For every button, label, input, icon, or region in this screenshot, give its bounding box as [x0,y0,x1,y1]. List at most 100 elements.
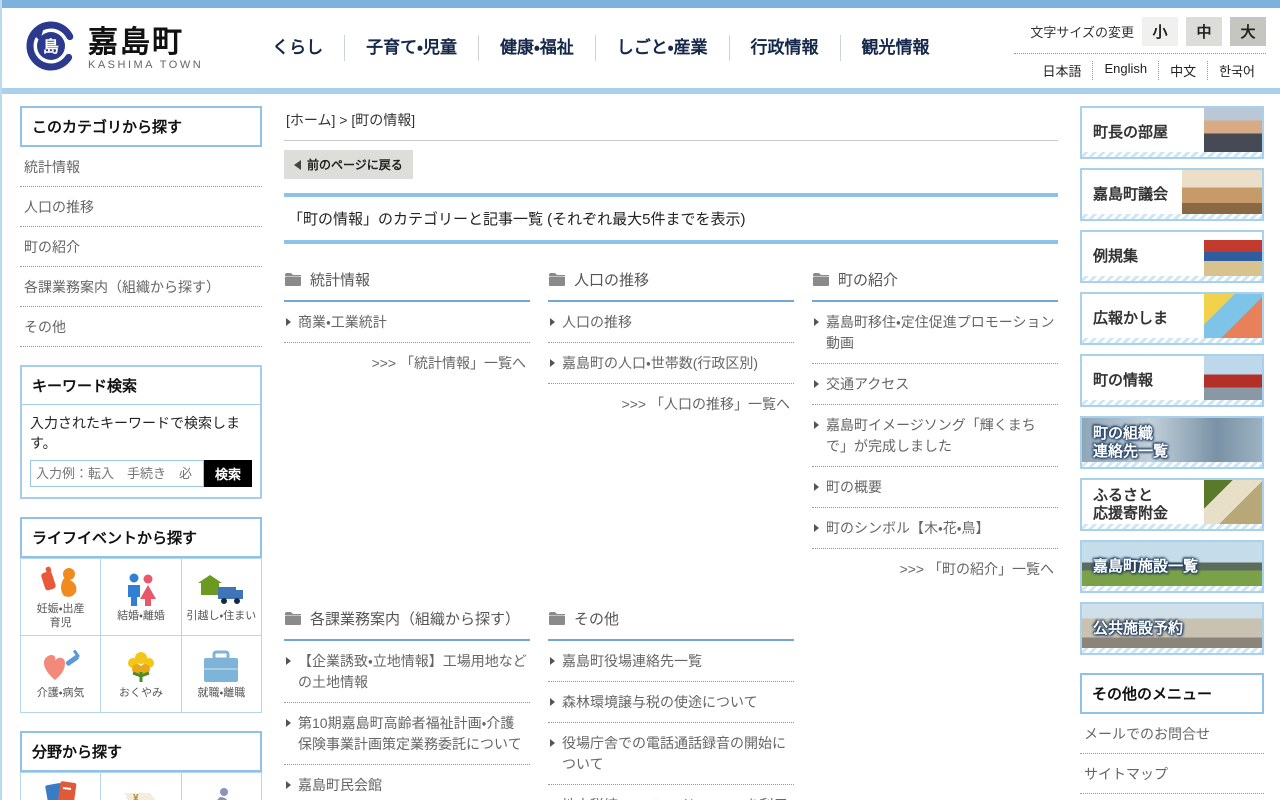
article-link[interactable]: 役場庁舎での電話通話録音の開始について [562,733,792,775]
fields-title: 分野から探す [20,730,262,772]
building-photo [1204,356,1262,400]
moving-icon [198,573,244,607]
category-block-others: その他 嘉島町役場連絡先一覧 森林環境譲与税の使途について 役場庁舎での電話通話… [548,605,794,800]
font-size-large-button[interactable]: 大 [1230,16,1266,46]
banner-organization-contacts[interactable]: 町の組織 連絡先一覧 [1080,416,1264,469]
triangle-bullet-icon [814,380,819,388]
tile-marriage[interactable]: 結婚・離婚 [101,558,182,636]
category-grid: 統計情報 商業・工業統計 >>> 「統計情報」一覧へ 人口の推移 人口の推移 嘉… [284,266,1058,800]
nav-kanko[interactable]: 観光情報 [839,35,951,61]
category-block-statistics: 統計情報 商業・工業統計 >>> 「統計情報」一覧へ [284,266,530,373]
hatch-decoration [1082,338,1262,343]
main-content: [ホーム] > [町の情報] 前のページに戻る 「町の情報」のカテゴリーと記事一… [284,106,1058,800]
breadcrumb[interactable]: [ホーム] > [町の情報] [284,106,1058,141]
keyword-search-input[interactable] [30,459,204,487]
banner-facilities-list[interactable]: 嘉島町施設一覧 [1080,540,1264,593]
hatch-decoration [1082,524,1262,529]
tile-employment[interactable]: 就職・離職 [181,635,262,713]
sidebar-item-population[interactable]: 人口の推移 [20,187,262,227]
category-title: 各課業務案内（組織から探す） [310,611,521,628]
nav-shigoto[interactable]: しごと・産業 [594,35,729,61]
magazine-photo [1204,294,1262,338]
back-button[interactable]: 前のページに戻る [284,150,413,179]
folder-icon [813,273,829,286]
life-events-title: ライフイベントから探す [20,516,262,558]
banner-regulations[interactable]: 例規集 [1080,230,1264,283]
triangle-bullet-icon [814,421,819,429]
article-link[interactable]: 人口の推移 [562,312,632,333]
tile-tax[interactable]: ¥ 税金 [101,772,182,800]
category-block-departments: 各課業務案内（組織から探す） 【企業誘致・立地情報】工場用地などの土地情報 第1… [284,605,530,800]
lang-english[interactable]: English [1092,60,1158,80]
sidebar-item-departments[interactable]: 各課業務案内（組織から探す） [20,267,262,307]
banner-town-council[interactable]: 嘉島町議会 [1080,168,1264,221]
keyword-search-box: キーワード検索 入力されたキーワードで検索します。 検索 [20,365,262,499]
tile-care[interactable]: 介護・病気 [21,635,102,713]
font-size-small-button[interactable]: 小 [1142,16,1178,46]
menu-item-mail-contact[interactable]: メールでのお問合せ [1080,714,1264,754]
font-size-medium-button[interactable]: 中 [1186,16,1222,46]
category-more-link[interactable]: >>> 「統計情報」一覧へ [284,343,530,373]
menu-item-sitemap[interactable]: サイトマップ [1080,754,1264,794]
banner-hometown-donation[interactable]: ふるさと 応援寄附金 [1080,478,1264,531]
condolence-icon [123,650,159,684]
article-link[interactable]: 嘉島町移住・定住促進プロモーション動画 [826,312,1056,354]
triangle-bullet-icon [286,781,291,789]
tile-pregnancy[interactable]: 妊娠・出産 育児 [21,558,102,636]
header-utilities: 文字サイズの変更 小 中 大 日本語 English 中文 한국어 [1014,16,1266,80]
font-size-control: 文字サイズの変更 小 中 大 [1014,16,1266,54]
council-photo [1182,170,1262,214]
nav-gyosei[interactable]: 行政情報 [728,35,840,61]
marriage-icon [120,573,162,607]
article-link[interactable]: 森林環境譲与税の使途について [562,692,758,713]
sidebar-item-statistics[interactable]: 統計情報 [20,147,262,187]
article-link[interactable]: 町のシンボル【木・花・鳥】 [826,518,990,539]
article-link[interactable]: 嘉島町民会館 [298,775,382,796]
article-link[interactable]: 交通アクセス [826,374,909,395]
pregnancy-icon [40,566,82,600]
search-button[interactable]: 検索 [203,459,252,487]
other-menu-title: その他のメニュー [1080,673,1264,714]
article-link[interactable]: 地方税統一QRコード(eL-QR)を利用した町税の納付方法が追加され便利になりま… [562,795,792,800]
category-more-link[interactable]: >>> 「人口の推移」一覧へ [548,384,794,414]
tile-condolence[interactable]: おくやみ [101,635,182,713]
article-link[interactable]: 嘉島町イメージソング「輝くまちで」が完成しました [826,415,1056,457]
tile-insurance[interactable]: 国保・医療年金 [21,772,102,800]
tile-nursing-insurance[interactable]: 介護保険 [181,772,262,800]
article-link[interactable]: 【企業誘致・立地情報】工場用地などの土地情報 [298,651,528,693]
hatch-decoration [1082,400,1262,405]
article-link[interactable]: 第10期嘉島町高齢者福祉計画・介護保険事業計画策定業務委託について [298,713,528,755]
nursing-insurance-icon [204,787,238,800]
lang-chinese[interactable]: 中文 [1158,60,1207,80]
category-more-link[interactable]: >>> 「町の紹介」一覧へ [812,549,1058,579]
banner-town-info[interactable]: 町の情報 [1080,354,1264,407]
folder-icon [285,612,301,625]
main-navigation: くらし 子育て・児童 健康・福祉 しごと・産業 行政情報 観光情報 [251,35,950,61]
banner-facility-reservation[interactable]: 公共施設予約 [1080,602,1264,655]
article-link[interactable]: 嘉島町の人口・世帯数(行政区別) [562,353,758,374]
sidebar-item-others[interactable]: その他 [20,307,262,347]
banner-mayors-room[interactable]: 町長の部屋 [1080,106,1264,159]
top-accent-bar [2,0,1280,8]
article-link[interactable]: 嘉島町役場連絡先一覧 [562,651,702,672]
nav-kurashi[interactable]: くらし [251,35,344,61]
triangle-bullet-icon [814,524,819,532]
language-switcher: 日本語 English 中文 한국어 [1014,54,1266,80]
nav-kenko[interactable]: 健康・福祉 [477,35,595,61]
article-link[interactable]: 町の概要 [826,477,882,498]
hatch-decoration [1082,152,1262,157]
page: 島 嘉島町 KASHIMA TOWN くらし 子育て・児童 健康・福祉 しごと・… [0,0,1280,800]
triangle-bullet-icon [550,359,555,367]
sidebar-item-town-intro[interactable]: 町の紹介 [20,227,262,267]
nav-kosodate[interactable]: 子育て・児童 [344,35,478,61]
category-title: 統計情報 [310,272,371,289]
site-logo[interactable]: 島 嘉島町 KASHIMA TOWN [24,19,203,78]
lang-japanese[interactable]: 日本語 [1031,61,1092,80]
care-icon [39,650,83,684]
lang-korean[interactable]: 한국어 [1207,60,1266,80]
tile-moving[interactable]: 引越し・住まい [181,558,262,636]
article-link[interactable]: 商業・工業統計 [298,312,387,333]
triangle-bullet-icon [814,483,819,491]
banner-pr-magazine[interactable]: 広報かしま [1080,292,1264,345]
right-sidebar: 町長の部屋 嘉島町議会 例規集 広報かしま 町の情報 町の組織 連絡先一覧 ふる… [1080,106,1264,800]
